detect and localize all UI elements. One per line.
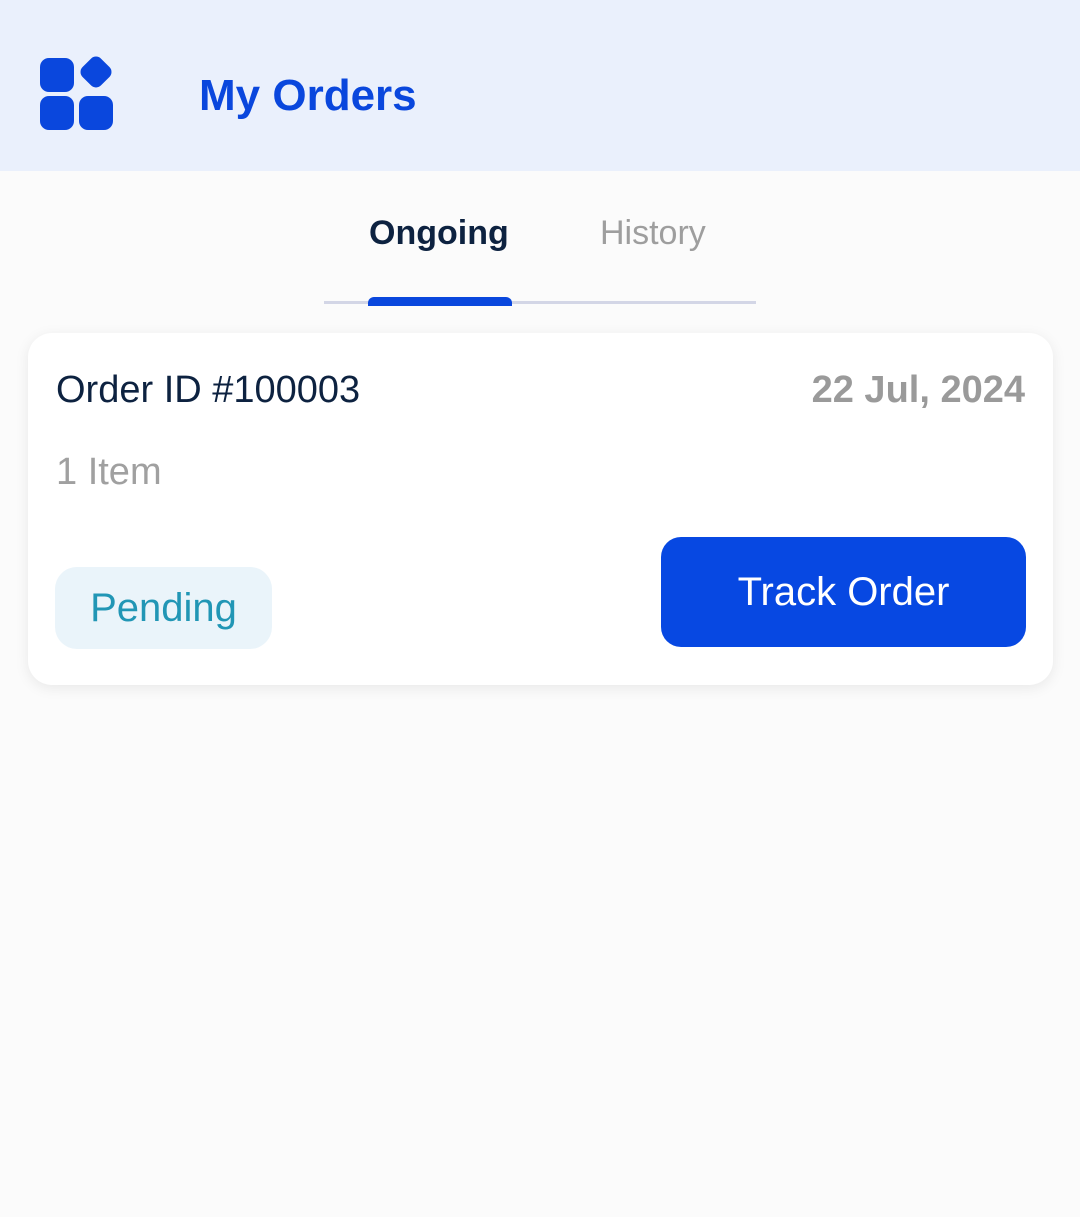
apps-grid-icon[interactable] — [40, 56, 116, 132]
order-item-count: 1 Item — [56, 451, 162, 493]
order-date: 22 Jul, 2024 — [811, 369, 1025, 411]
order-card[interactable]: Order ID #100003 22 Jul, 2024 1 Item Pen… — [28, 333, 1053, 685]
app-header: My Orders — [0, 0, 1080, 171]
order-tabs: Ongoing History — [0, 171, 1080, 311]
track-order-button[interactable]: Track Order — [661, 537, 1026, 647]
tab-history[interactable]: History — [600, 209, 706, 257]
page-title: My Orders — [199, 71, 417, 120]
tab-active-indicator — [368, 297, 512, 306]
status-badge: Pending — [55, 567, 272, 649]
tab-ongoing[interactable]: Ongoing — [369, 209, 509, 257]
order-id: Order ID #100003 — [56, 369, 361, 411]
